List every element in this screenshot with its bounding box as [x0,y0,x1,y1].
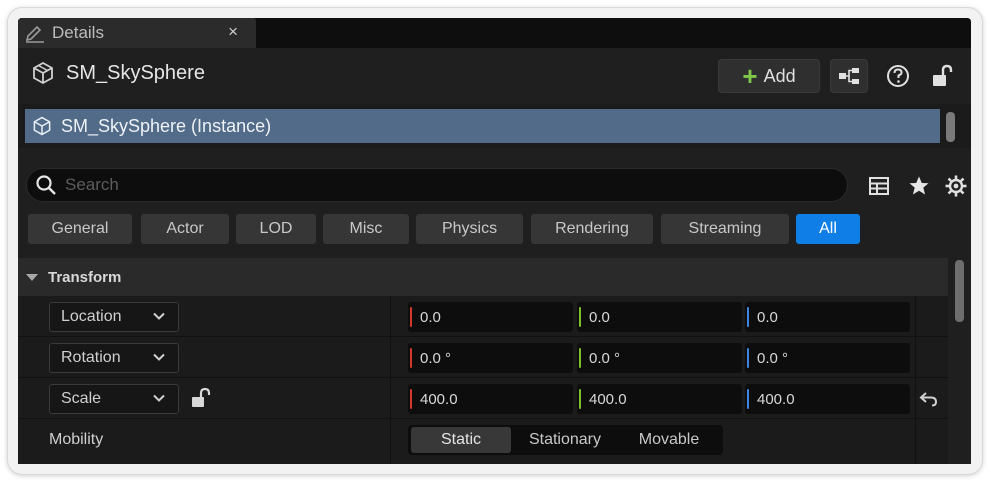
scale-x-field[interactable]: 400.0 [408,384,573,414]
scale-label: Scale [61,390,102,407]
filter-misc[interactable]: Misc [323,214,409,244]
location-x-field[interactable]: 0.0 [408,302,573,332]
rotation-z-value: 0.0 ° [757,349,789,367]
filter-actor[interactable]: Actor [141,214,229,244]
scale-y-value: 400.0 [589,390,627,408]
column-divider [915,337,916,378]
unlock-icon[interactable] [930,62,958,90]
collapse-arrow-icon [26,273,38,281]
tab-details[interactable]: Details × [18,18,256,48]
axis-y-marker [579,307,581,327]
mobility-segmented-control: Static Stationary Movable [408,425,723,455]
chevron-down-icon [153,353,165,361]
location-z-field[interactable]: 0.0 [745,302,910,332]
scale-dropdown[interactable]: Scale [49,384,179,414]
chevron-down-icon [153,394,165,402]
blueprint-button[interactable] [830,59,868,93]
location-y-value: 0.0 [589,308,610,326]
details-panel: Details × SM_SkySphere + Add SM_SkySpher… [18,18,971,464]
section-title: Transform [48,268,122,286]
location-dropdown[interactable]: Location [49,302,179,332]
mobility-label: Mobility [49,431,104,448]
blueprint-icon [839,68,859,84]
rotation-y-field[interactable]: 0.0 ° [577,343,742,373]
object-name: SM_SkySphere [30,60,205,86]
axis-x-marker [410,348,412,368]
scale-row: Scale 400.0 400.0 400.0 [18,378,948,419]
scale-z-field[interactable]: 400.0 [745,384,910,414]
rotation-x-field[interactable]: 0.0 ° [408,343,573,373]
filter-physics[interactable]: Physics [416,214,523,244]
filter-general[interactable]: General [28,214,132,244]
gear-icon[interactable] [944,174,968,198]
rotation-y-value: 0.0 ° [589,349,621,367]
grid-view-icon[interactable] [867,174,891,198]
filter-lod[interactable]: LOD [236,214,316,244]
object-name-label: SM_SkySphere [66,61,205,84]
rotation-row: Rotation 0.0 ° 0.0 ° 0.0 ° [18,337,948,378]
axis-x-marker [410,389,412,409]
location-y-field[interactable]: 0.0 [577,302,742,332]
add-button-label: Add [763,65,796,86]
location-x-value: 0.0 [420,308,441,326]
axis-x-marker [410,307,412,327]
tab-bar: Details × [18,18,971,48]
edit-icon [25,25,44,43]
search-box [26,168,848,202]
tree-scrollbar[interactable] [946,112,955,142]
reset-icon[interactable] [919,390,939,408]
mobility-movable-option[interactable]: Movable [619,427,719,453]
scale-y-field[interactable]: 400.0 [577,384,742,414]
search-icon [36,175,56,195]
filter-rendering[interactable]: Rendering [531,214,653,244]
column-divider [390,337,391,378]
column-divider [390,296,391,337]
search-filter-area: General Actor LOD Misc Physics Rendering… [18,148,971,258]
plus-icon: + [742,61,758,91]
rotation-dropdown[interactable]: Rotation [49,343,179,373]
mobility-row: Mobility Static Stationary Movable [18,419,948,464]
axis-y-marker [579,348,581,368]
column-divider [915,419,916,464]
filter-streaming[interactable]: Streaming [661,214,789,244]
instance-row[interactable]: SM_SkySphere (Instance) [25,109,940,143]
scale-x-value: 400.0 [420,390,458,408]
scale-z-value: 400.0 [757,390,795,408]
details-scrollbar[interactable] [955,260,964,322]
component-tree: SM_SkySphere (Instance) [18,104,971,148]
rotation-label: Rotation [61,349,121,366]
filter-all[interactable]: All [796,214,860,244]
location-row: Location 0.0 0.0 0.0 [18,296,948,337]
transform-properties: Location 0.0 0.0 0.0 Rotation 0.0 ° 0.0 … [18,296,948,464]
column-divider [915,378,916,419]
column-divider [915,296,916,337]
static-mesh-icon [33,116,51,136]
instance-label: SM_SkySphere (Instance) [61,115,272,136]
star-icon[interactable] [907,174,931,198]
transform-section-header[interactable]: Transform [18,258,971,296]
axis-y-marker [579,389,581,409]
mobility-stationary-option[interactable]: Stationary [513,427,617,453]
help-icon[interactable] [884,62,912,90]
static-mesh-icon [33,61,53,85]
search-input[interactable] [65,175,805,195]
axis-z-marker [747,307,749,327]
axis-z-marker [747,348,749,368]
add-component-button[interactable]: + Add [718,59,820,93]
tab-title: Details [52,23,104,42]
column-divider [390,419,391,464]
rotation-z-field[interactable]: 0.0 ° [745,343,910,373]
close-icon[interactable]: × [228,22,238,42]
axis-z-marker [747,389,749,409]
mobility-static-option[interactable]: Static [411,427,511,453]
location-label: Location [61,308,122,325]
unlock-icon[interactable] [190,386,214,410]
location-z-value: 0.0 [757,308,778,326]
rotation-x-value: 0.0 ° [420,349,452,367]
column-divider [390,378,391,419]
details-header: SM_SkySphere + Add [18,48,971,104]
chevron-down-icon [153,312,165,320]
